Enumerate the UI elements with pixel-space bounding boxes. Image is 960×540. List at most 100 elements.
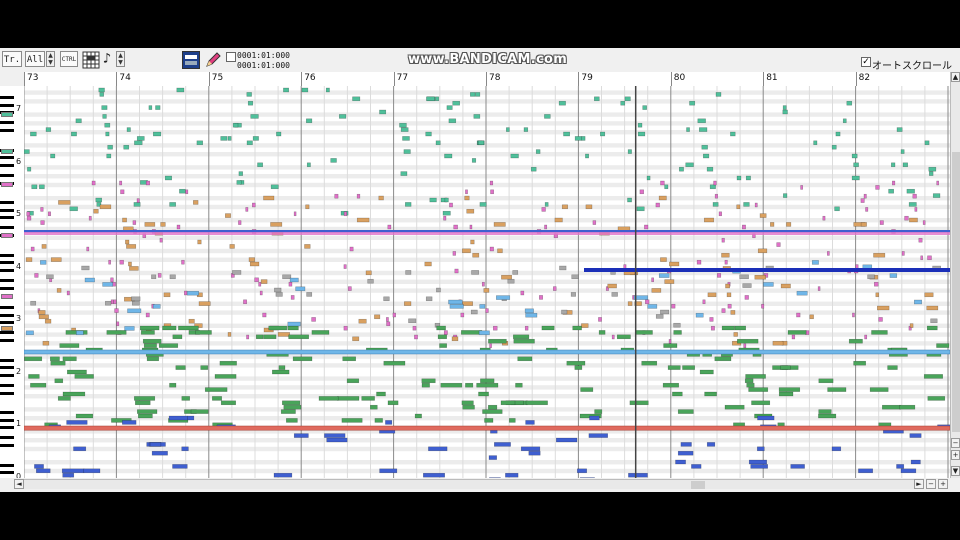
note-orange[interactable] <box>99 204 112 210</box>
note-gray[interactable] <box>132 300 140 306</box>
note-orange[interactable] <box>875 292 880 298</box>
note-teal[interactable] <box>782 109 788 115</box>
note-green[interactable] <box>75 413 94 419</box>
note-pink[interactable] <box>453 224 458 230</box>
note-orange[interactable] <box>188 318 195 324</box>
note-teal[interactable] <box>250 114 259 119</box>
note-teal[interactable] <box>232 122 239 128</box>
note-gray[interactable] <box>559 265 567 271</box>
note-blue[interactable] <box>62 472 75 478</box>
note-lightblue[interactable] <box>525 312 538 318</box>
note-green[interactable] <box>682 365 695 370</box>
select-tool-icon[interactable] <box>182 51 200 69</box>
note-green[interactable] <box>641 360 658 366</box>
black-key[interactable] <box>0 278 14 282</box>
note-orange[interactable] <box>585 204 593 210</box>
note-pink[interactable] <box>878 317 883 322</box>
note-teal[interactable] <box>196 140 203 146</box>
pencil-tool-icon[interactable] <box>204 51 222 69</box>
note-green[interactable] <box>616 334 631 340</box>
black-key[interactable] <box>0 129 14 132</box>
note-orange[interactable] <box>163 292 171 298</box>
note-green[interactable] <box>50 360 66 366</box>
note-orange[interactable] <box>38 314 49 320</box>
note-gray[interactable] <box>274 287 282 293</box>
black-key[interactable] <box>0 391 14 395</box>
note-green[interactable] <box>138 413 153 419</box>
active-key[interactable] <box>1 233 13 238</box>
note-pink[interactable] <box>86 246 90 252</box>
note-teal[interactable] <box>102 114 107 119</box>
note-orange[interactable] <box>270 222 283 227</box>
grid-icon[interactable] <box>82 51 100 69</box>
note-orange[interactable] <box>497 248 503 254</box>
note-green[interactable] <box>74 374 94 379</box>
black-key[interactable] <box>0 444 14 447</box>
note-teal[interactable] <box>176 87 185 93</box>
note-teal[interactable] <box>563 131 570 137</box>
note-pink[interactable] <box>922 220 926 225</box>
note-blue[interactable] <box>750 464 768 469</box>
note-green[interactable] <box>778 391 794 397</box>
note-lightblue[interactable] <box>295 286 306 292</box>
note-gray[interactable] <box>571 274 579 280</box>
horizontal-scroll-thumb[interactable] <box>691 481 705 489</box>
note-blue[interactable] <box>896 464 905 469</box>
note-pink[interactable] <box>744 295 749 300</box>
note-green[interactable] <box>288 334 309 340</box>
note-green[interactable] <box>936 343 950 348</box>
note-green[interactable] <box>594 409 603 414</box>
note-orange[interactable] <box>754 274 767 280</box>
note-pink[interactable] <box>88 215 92 221</box>
note-teal[interactable] <box>283 87 289 93</box>
black-key[interactable] <box>0 436 14 440</box>
note-teal[interactable] <box>446 105 453 110</box>
note-pink[interactable] <box>66 290 70 296</box>
note-orange[interactable] <box>704 217 714 223</box>
note-teal[interactable] <box>851 153 858 159</box>
note-green[interactable] <box>780 365 791 370</box>
note-pink[interactable] <box>176 224 181 230</box>
note-gray[interactable] <box>470 309 478 315</box>
note-teal[interactable] <box>75 118 82 124</box>
note-pink[interactable] <box>108 259 111 265</box>
piano-keyboard[interactable]: 7 6 5 4 3 2 1 0 <box>0 86 25 478</box>
note-teal[interactable] <box>153 131 162 137</box>
note-teal[interactable] <box>594 96 600 102</box>
note-pink[interactable] <box>592 220 597 225</box>
note-blue[interactable] <box>909 433 922 438</box>
note-pink[interactable] <box>710 325 715 331</box>
note-blue[interactable] <box>326 437 348 443</box>
note-pink[interactable] <box>727 303 732 309</box>
note-pink[interactable] <box>185 189 189 195</box>
note-green[interactable] <box>287 325 299 331</box>
note-green[interactable] <box>383 360 406 366</box>
note-teal[interactable] <box>246 92 252 97</box>
note-orange[interactable] <box>277 332 290 337</box>
note-green[interactable] <box>480 378 495 384</box>
note-teal[interactable] <box>637 131 646 137</box>
note-teal[interactable] <box>506 127 510 132</box>
black-key[interactable] <box>0 463 14 467</box>
note-length-spinner[interactable]: ▲ ▼ <box>116 51 125 67</box>
note-pink[interactable] <box>485 308 489 313</box>
note-green[interactable] <box>169 382 177 388</box>
note-teal[interactable] <box>686 127 690 132</box>
note-green[interactable] <box>178 325 199 331</box>
note-teal[interactable] <box>558 100 566 106</box>
note-pink[interactable] <box>717 273 722 278</box>
note-pink[interactable] <box>343 325 348 331</box>
note-teal[interactable] <box>133 202 141 207</box>
note-blue[interactable] <box>691 464 702 469</box>
note-lightblue[interactable] <box>152 304 161 309</box>
note-orange[interactable] <box>786 222 792 227</box>
note-pink[interactable] <box>386 321 391 327</box>
note-blue[interactable] <box>428 446 448 452</box>
note-orange[interactable] <box>304 244 311 249</box>
note-gray[interactable] <box>81 265 90 271</box>
note-orange[interactable] <box>658 195 667 201</box>
note-blue[interactable] <box>181 446 189 452</box>
note-pink[interactable] <box>493 325 498 331</box>
note-pink[interactable] <box>34 273 39 278</box>
note-orange[interactable] <box>358 318 367 324</box>
